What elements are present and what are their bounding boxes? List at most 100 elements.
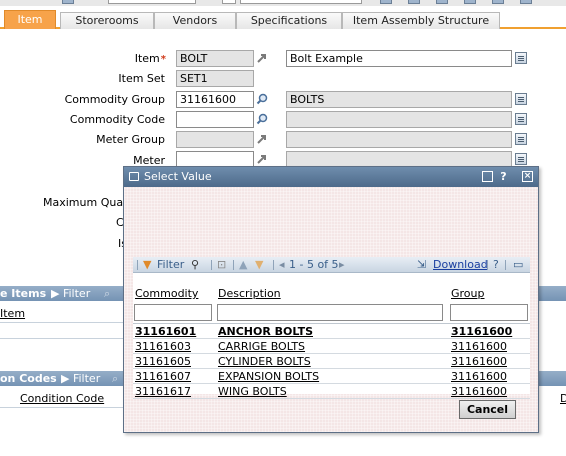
help-icon[interactable]: ? <box>493 257 499 273</box>
toolbar-icon[interactable] <box>436 0 448 4</box>
table-row[interactable]: 31161605 CYLINDER BOLTS 31161600 <box>133 354 530 369</box>
description-column-header[interactable]: Description <box>218 287 281 300</box>
page: Item Storerooms Vendors Specifications I… <box>0 0 566 456</box>
group-cell[interactable]: 31161600 <box>451 325 512 338</box>
long-description-icon[interactable] <box>515 133 527 145</box>
binoculars-icon[interactable]: ⌕ <box>104 286 110 301</box>
commodity-cell[interactable]: 31161601 <box>135 325 196 338</box>
commodity-group-label: Commodity Group <box>64 93 165 106</box>
go-to-arrow-icon[interactable] <box>256 153 268 165</box>
magnifier-icon[interactable] <box>256 93 268 105</box>
item-field[interactable]: BOLT <box>176 50 254 67</box>
binoculars-icon[interactable]: ⚲ <box>191 257 199 273</box>
meter-group-description-field[interactable] <box>286 131 512 148</box>
filter-label: Filter <box>62 287 91 300</box>
tab-storerooms[interactable]: Storerooms <box>60 12 154 29</box>
separator <box>505 260 506 270</box>
commodity-code-description-field[interactable] <box>286 111 512 128</box>
group-cell[interactable]: 31161600 <box>451 340 507 353</box>
long-description-icon[interactable] <box>515 52 527 64</box>
item-description-field[interactable]: Bolt Example <box>286 50 512 67</box>
description-cell[interactable]: WING BOLTS <box>218 385 287 398</box>
item-column-header[interactable]: Item <box>0 307 25 320</box>
item-label-text: Item <box>134 52 160 65</box>
table-row[interactable]: 31161601 ANCHOR BOLTS 31161600 <box>133 324 530 339</box>
toolbar-icon[interactable] <box>62 0 74 4</box>
description-cell[interactable]: CARRIGE BOLTS <box>218 340 305 353</box>
condition-code-column-header[interactable]: Condition Code <box>20 392 104 405</box>
magnifier-icon[interactable] <box>256 113 268 125</box>
go-to-arrow-icon[interactable] <box>256 133 268 145</box>
tab-item[interactable]: Item <box>4 10 56 29</box>
download-icon[interactable]: ⇲ <box>417 257 426 273</box>
next-arrow-icon[interactable]: ▸ <box>339 257 345 273</box>
separator <box>273 260 274 270</box>
table-row[interactable]: 31161617 WING BOLTS 31161600 <box>133 384 530 399</box>
toolbar-icon[interactable] <box>492 0 504 4</box>
commodity-column-header[interactable]: Commodity <box>135 287 198 300</box>
help-icon[interactable]: ? <box>498 171 509 182</box>
toolbar-icon[interactable] <box>520 0 532 4</box>
filter-toggle[interactable]: ▶ Filter <box>51 286 90 301</box>
filter-icon[interactable]: ▼ <box>143 257 151 273</box>
close-icon[interactable]: × <box>522 171 533 182</box>
go-to-arrow-icon[interactable] <box>256 52 268 64</box>
group-cell[interactable]: 31161600 <box>451 370 507 383</box>
prev-arrow-icon[interactable]: ◂ <box>279 257 285 273</box>
dialog-body: ▼ Filter ⚲ ⊡ ▲ ▼ ◂ 1 - 5 of 5 ▸ ⇲ Downlo… <box>124 187 538 432</box>
tab-item-assembly-structure[interactable]: Item Assembly Structure <box>342 12 500 29</box>
divider <box>0 338 123 339</box>
separator <box>487 260 488 270</box>
minimize-icon[interactable] <box>482 171 493 182</box>
clear-filter-icon[interactable]: ⊡ <box>217 257 226 273</box>
commodity-code-field[interactable] <box>176 111 254 128</box>
description-filter-input[interactable] <box>217 304 443 321</box>
previous-page-icon[interactable]: ▲ <box>239 257 247 273</box>
toolbar-field[interactable] <box>222 0 236 4</box>
toolbar-icon[interactable] <box>380 0 392 4</box>
next-page-icon[interactable]: ▼ <box>255 257 263 273</box>
filter-toggle[interactable]: ▶ Filter <box>61 371 100 386</box>
top-toolbar <box>0 0 566 6</box>
filter-label: Filter <box>72 372 101 385</box>
section-header-right <box>539 371 566 386</box>
table-row[interactable]: 31161603 CARRIGE BOLTS 31161600 <box>133 339 530 354</box>
separator <box>211 260 212 270</box>
description-cell[interactable]: ANCHOR BOLTS <box>218 325 313 338</box>
commodity-cell[interactable]: 31161607 <box>135 370 191 383</box>
binoculars-icon[interactable]: ⌕ <box>112 371 118 386</box>
tab-vendors[interactable]: Vendors <box>154 12 236 29</box>
commodity-cell[interactable]: 31161617 <box>135 385 191 398</box>
table-toolbar: ▼ Filter ⚲ ⊡ ▲ ▼ ◂ 1 - 5 of 5 ▸ ⇲ Downlo… <box>133 257 530 273</box>
table-row[interactable]: 31161607 EXPANSION BOLTS 31161600 <box>133 369 530 384</box>
group-column-header[interactable]: Group <box>451 287 485 300</box>
toolbar-icon[interactable] <box>464 0 476 4</box>
cancel-button[interactable]: Cancel <box>459 400 516 419</box>
meter-group-field[interactable] <box>176 131 254 148</box>
long-description-icon[interactable] <box>515 93 527 105</box>
commodity-filter-input[interactable] <box>134 304 212 321</box>
tab-bar: Item Storerooms Vendors Specifications I… <box>0 10 566 29</box>
tab-specifications[interactable]: Specifications <box>236 12 342 29</box>
item-set-field[interactable]: SET1 <box>176 70 254 87</box>
column-header-partial[interactable]: D <box>560 392 566 405</box>
group-cell[interactable]: 31161600 <box>451 385 507 398</box>
commodity-group-description-field[interactable]: BOLTS <box>286 91 512 108</box>
toolbar-icon[interactable] <box>408 0 420 4</box>
download-link[interactable]: Download <box>433 257 488 273</box>
filter-button[interactable]: Filter <box>157 257 184 273</box>
long-description-icon[interactable] <box>515 113 527 125</box>
required-marker: * <box>160 54 166 65</box>
long-description-icon[interactable] <box>515 153 527 165</box>
alternate-items-section-header: e Items ▶ Filter ⌕ <box>0 286 123 301</box>
toolbar-field[interactable] <box>240 0 362 4</box>
commodity-cell[interactable]: 31161605 <box>135 355 191 368</box>
commodity-group-field[interactable]: 31161600 <box>176 91 254 108</box>
collapse-icon[interactable]: ▭ <box>513 257 523 273</box>
group-cell[interactable]: 31161600 <box>451 355 507 368</box>
group-filter-input[interactable] <box>450 304 528 321</box>
description-cell[interactable]: CYLINDER BOLTS <box>218 355 311 368</box>
toolbar-field[interactable] <box>108 0 196 4</box>
description-cell[interactable]: EXPANSION BOLTS <box>218 370 319 383</box>
commodity-cell[interactable]: 31161603 <box>135 340 191 353</box>
